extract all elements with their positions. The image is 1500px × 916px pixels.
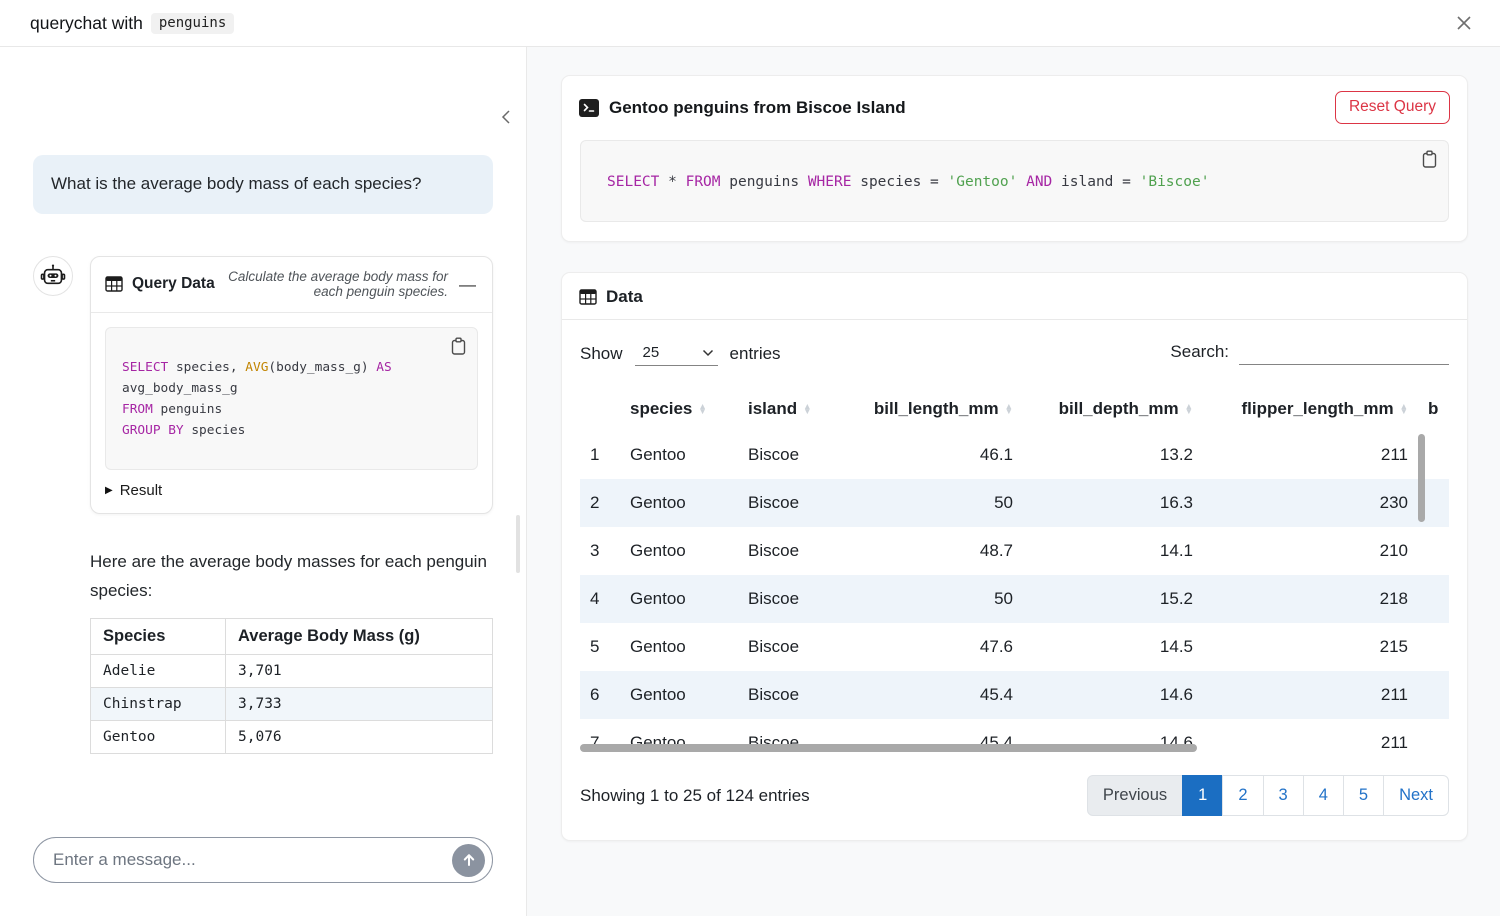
sql-line: GROUP BY species: [122, 421, 461, 442]
chat-sidebar: What is the average body mass of each sp…: [0, 47, 527, 916]
query-card: Gentoo penguins from Biscoe Island Reset…: [561, 75, 1468, 242]
collapse-card-button[interactable]: —: [457, 276, 478, 293]
chat-sql-block: SELECT species, AVG(body_mass_g) ASavg_b…: [105, 327, 478, 470]
copy-icon[interactable]: [1421, 150, 1438, 169]
triangle-right-icon: ▶: [105, 485, 113, 496]
vertical-scrollbar[interactable]: [1418, 434, 1425, 522]
search-label: Search:: [1170, 342, 1229, 362]
app-title: querychat with penguins: [30, 13, 234, 34]
pagination-next[interactable]: Next: [1383, 775, 1449, 816]
terminal-icon: [579, 99, 599, 117]
result-toggle[interactable]: ▶ Result: [105, 482, 478, 499]
answer-table-row: Gentoo5,076: [91, 721, 493, 754]
tool-card-subtitle: Calculate the average body mass for each…: [224, 269, 448, 301]
answer-col-header: Average Body Mass (g): [226, 619, 493, 655]
table-row: 5GentooBiscoe47.614.5215: [580, 623, 1449, 671]
sql-line: SELECT species, AVG(body_mass_g) AS: [122, 358, 461, 379]
sort-icon[interactable]: ▲▼: [1005, 404, 1013, 415]
robot-icon: [40, 263, 66, 289]
table-grid-icon: [105, 276, 123, 292]
send-button[interactable]: [452, 844, 485, 877]
chat-input[interactable]: Enter a message...: [33, 837, 493, 883]
tool-call-card: Query Data Calculate the average body ma…: [90, 256, 493, 515]
pagination-page-2[interactable]: 2: [1222, 775, 1263, 816]
pagination-page-3[interactable]: 3: [1263, 775, 1304, 816]
page-length-select[interactable]: 25: [635, 341, 718, 366]
tool-card-title: Query Data: [105, 275, 215, 293]
main-sql-code: SELECT * FROM penguins WHERE species = '…: [607, 174, 1422, 190]
table-info: Showing 1 to 25 of 124 entries: [580, 786, 810, 806]
search-input[interactable]: [1239, 342, 1449, 365]
arrow-up-icon: [461, 852, 477, 868]
column-header-b: b: [1418, 389, 1449, 431]
data-table-wrap: species▲▼island▲▼bill_length_mm▲▼bill_de…: [580, 389, 1449, 755]
column-header-species[interactable]: species▲▼: [620, 389, 738, 431]
pagination-page-4[interactable]: 4: [1303, 775, 1344, 816]
chevron-down-icon: [702, 349, 714, 357]
data-table-header-row: species▲▼island▲▼bill_length_mm▲▼bill_de…: [580, 389, 1449, 431]
app-header: querychat with penguins: [0, 0, 1500, 47]
sort-icon[interactable]: ▲▼: [1185, 404, 1193, 415]
sort-icon[interactable]: ▲▼: [698, 404, 706, 415]
table-row: 3GentooBiscoe48.714.1210: [580, 527, 1449, 575]
chat-sql-code: SELECT species, AVG(body_mass_g) ASavg_b…: [122, 358, 461, 441]
table-row: 4GentooBiscoe5015.2218: [580, 575, 1449, 623]
page-length-control: Show 25 entries: [580, 341, 781, 366]
column-header-bill_length_mm[interactable]: bill_length_mm▲▼: [848, 389, 1023, 431]
query-title: Gentoo penguins from Biscoe Island: [609, 98, 1325, 118]
main-sql-block: SELECT * FROM penguins WHERE species = '…: [580, 140, 1449, 222]
column-header-flipper_length_mm[interactable]: flipper_length_mm▲▼: [1203, 389, 1418, 431]
copy-icon[interactable]: [450, 337, 467, 356]
column-header-island[interactable]: island▲▼: [738, 389, 848, 431]
pagination-previous[interactable]: Previous: [1087, 775, 1183, 816]
pagination-page-5[interactable]: 5: [1343, 775, 1384, 816]
column-header-rownum: [580, 389, 620, 431]
close-icon[interactable]: [1450, 9, 1478, 37]
answer-table: SpeciesAverage Body Mass (g) Adelie3,701…: [90, 618, 493, 754]
app-title-text: querychat with: [30, 13, 143, 34]
chat-messages: What is the average body mass of each sp…: [0, 155, 526, 754]
assistant-answer-text: Here are the average body masses for eac…: [90, 548, 493, 605]
answer-table-head: SpeciesAverage Body Mass (g): [91, 619, 493, 655]
data-table-body: 1GentooBiscoe46.113.22112GentooBiscoe501…: [580, 431, 1449, 755]
data-card: Data Show 25 entries Search:: [561, 272, 1468, 841]
pagination-page-1[interactable]: 1: [1182, 775, 1223, 816]
table-grid-icon: [579, 289, 597, 305]
table-row: 2GentooBiscoe5016.3230: [580, 479, 1449, 527]
table-row: 6GentooBiscoe45.414.6211: [580, 671, 1449, 719]
chat-input-placeholder: Enter a message...: [53, 850, 196, 870]
reset-query-button[interactable]: Reset Query: [1335, 91, 1450, 124]
data-card-title: Data: [562, 273, 1467, 320]
answer-table-row: Chinstrap3,733: [91, 688, 493, 721]
panel-resize-handle[interactable]: [516, 515, 520, 573]
sql-line: avg_body_mass_g: [122, 379, 461, 400]
answer-table-row: Adelie3,701: [91, 655, 493, 688]
sort-icon[interactable]: ▲▼: [803, 404, 811, 415]
data-table: species▲▼island▲▼bill_length_mm▲▼bill_de…: [580, 389, 1449, 755]
pagination: Previous12345Next: [1087, 775, 1449, 816]
answer-table-body: Adelie3,701Chinstrap3,733Gentoo5,076: [91, 655, 493, 754]
sort-icon[interactable]: ▲▼: [1400, 404, 1408, 415]
collapse-sidebar-icon[interactable]: [499, 107, 513, 127]
table-row: 1GentooBiscoe46.113.2211: [580, 431, 1449, 479]
horizontal-scrollbar[interactable]: [580, 744, 1197, 752]
answer-col-header: Species: [91, 619, 226, 655]
main-content: Gentoo penguins from Biscoe Island Reset…: [527, 47, 1500, 916]
bot-avatar: [33, 256, 73, 296]
column-header-bill_depth_mm[interactable]: bill_depth_mm▲▼: [1023, 389, 1203, 431]
sql-line: FROM penguins: [122, 400, 461, 421]
dataset-chip: penguins: [151, 13, 234, 34]
user-message: What is the average body mass of each sp…: [33, 155, 493, 214]
